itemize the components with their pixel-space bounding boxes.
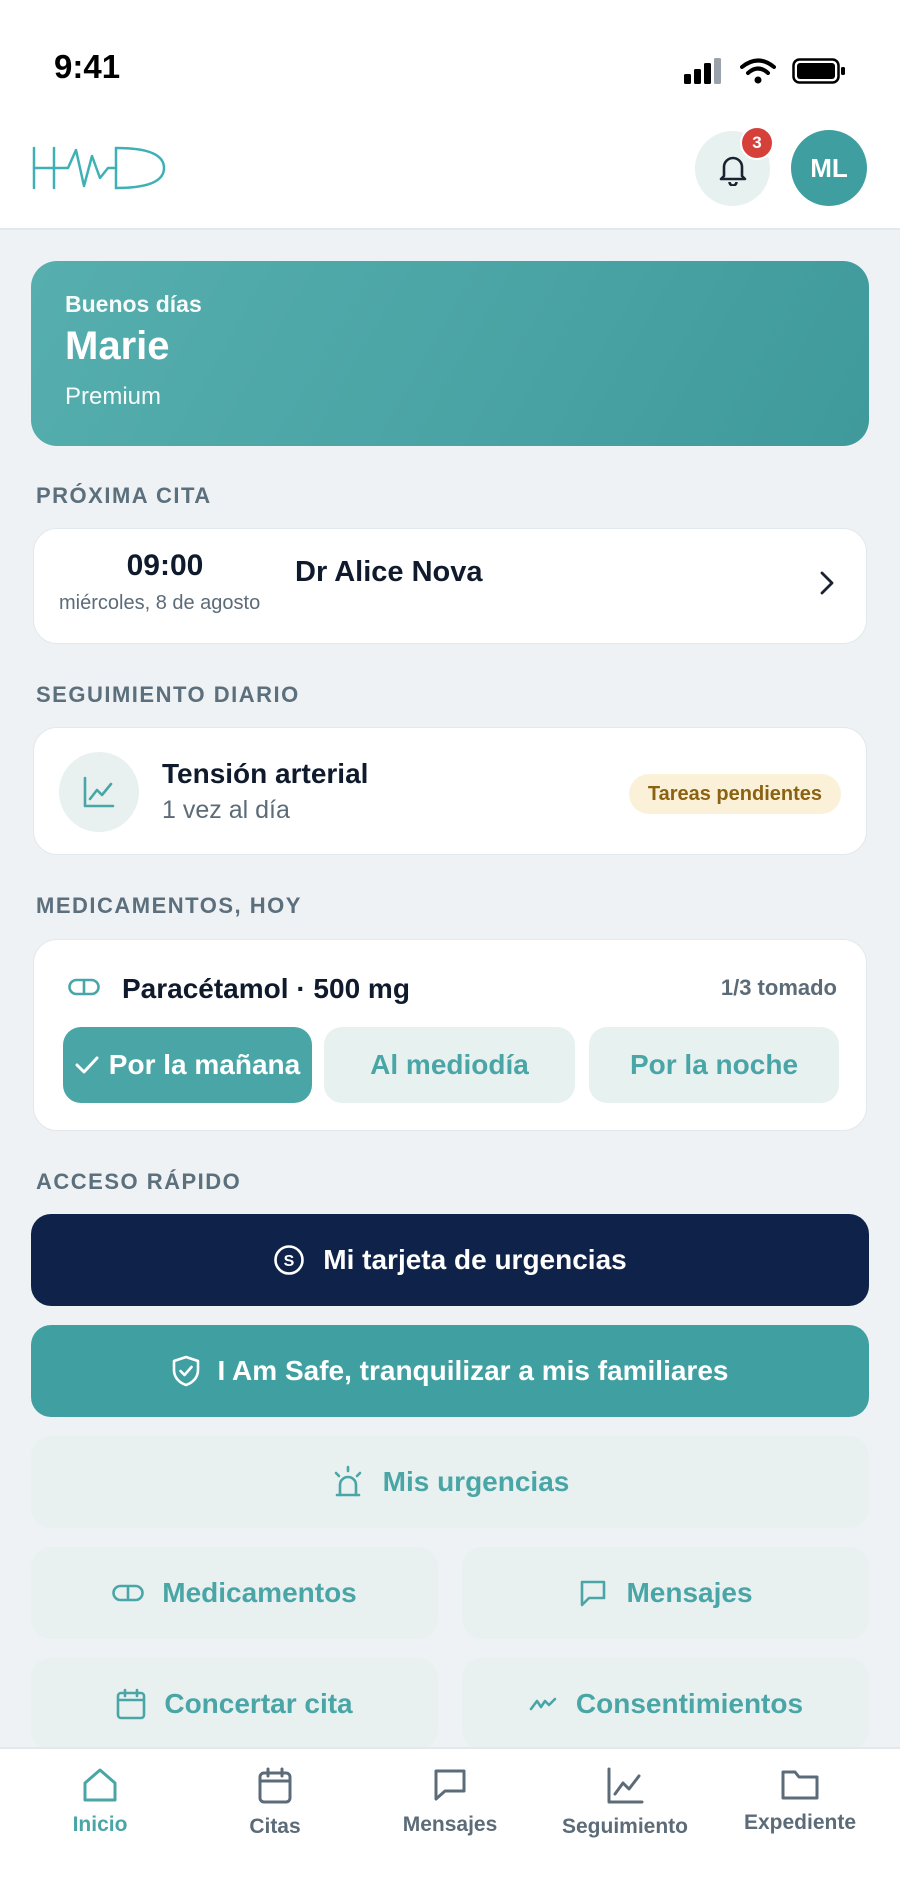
medications-label: Medicamentos	[162, 1577, 357, 1608]
medication-name: Paracétamol · 500 mg	[122, 973, 410, 1004]
avatar[interactable]: ML	[791, 130, 867, 206]
svg-text:S: S	[284, 1253, 295, 1270]
pill-icon	[112, 1584, 145, 1602]
nav-label-messages: Mensajes	[402, 1813, 498, 1836]
calendar-icon	[117, 1688, 146, 1720]
wifi-icon	[740, 58, 776, 84]
dose-morning-label: Por la mañana	[108, 1049, 301, 1080]
chart-icon	[607, 1767, 644, 1804]
app-header: 3 ML	[0, 118, 900, 230]
section-daily-tracking: SEGUIMIENTO DIARIO	[36, 682, 300, 707]
consents-button[interactable]: Consentimientos	[462, 1658, 869, 1750]
chevron-right-icon	[820, 571, 834, 595]
my-emergencies-label: Mis urgencias	[382, 1466, 570, 1497]
tracking-card[interactable]: Tensión arterial 1 vez al día Tareas pen…	[33, 727, 867, 855]
dose-noon-label: Al mediodía	[370, 1049, 529, 1080]
messages-button[interactable]: Mensajes	[462, 1547, 869, 1639]
nav-item-appointments[interactable]: Citas	[190, 1767, 360, 1839]
message-icon	[581, 1580, 606, 1607]
user-name: Marie	[65, 324, 170, 368]
pending-tasks-badge: Tareas pendientes	[628, 774, 841, 814]
appointment-time: 09:00	[126, 549, 204, 582]
nav-label-home: Inicio	[72, 1813, 128, 1836]
pill-icon	[68, 978, 100, 996]
my-emergencies-button[interactable]: Mis urgencias	[31, 1436, 869, 1528]
battery-icon	[792, 58, 845, 84]
book-appointment-button[interactable]: Concertar cita	[31, 1658, 438, 1750]
book-appointment-label: Concertar cita	[164, 1688, 353, 1719]
message-icon	[434, 1769, 466, 1801]
nav-item-tracking[interactable]: Seguimiento	[540, 1767, 710, 1839]
plan-label: Premium	[65, 383, 162, 410]
bell-icon	[719, 156, 746, 186]
dose-morning-button[interactable]: Por la mañana	[63, 1027, 312, 1103]
appointment-date: miércoles, 8 de agosto	[59, 592, 261, 614]
section-meds-today: MEDICAMENTOS, HOY	[36, 893, 302, 918]
status-time: 9:41	[54, 48, 121, 85]
hmd-logo-icon[interactable]	[32, 144, 168, 192]
appointment-doctor: Dr Alice Nova	[295, 556, 483, 588]
notification-badge: 3	[740, 126, 774, 160]
nav-item-records[interactable]: Expediente	[715, 1767, 885, 1835]
dose-night-label: Por la noche	[629, 1049, 799, 1080]
status-bar: 9:41	[0, 0, 900, 118]
greeting-text: Buenos días	[65, 291, 202, 317]
signature-icon	[529, 1697, 557, 1711]
dose-noon-button[interactable]: Al mediodía	[324, 1027, 575, 1103]
nav-label-appointments: Citas	[249, 1815, 301, 1838]
i-am-safe-label: I Am Safe, tranquilizar a mis familiares	[217, 1355, 729, 1386]
emergency-card-label: Mi tarjeta de urgencias	[323, 1244, 627, 1275]
tracking-icon-wrap	[59, 752, 139, 832]
messages-label: Mensajes	[626, 1577, 753, 1608]
signal-icon	[684, 58, 721, 84]
check-icon	[75, 1056, 99, 1074]
medications-button[interactable]: Medicamentos	[31, 1547, 438, 1639]
section-quick-access: ACCESO RÁPIDO	[36, 1169, 242, 1194]
tracking-frequency: 1 vez al día	[162, 796, 290, 824]
next-appointment-card[interactable]: 09:00 miércoles, 8 de agosto Dr Alice No…	[33, 528, 867, 644]
nav-label-tracking: Seguimiento	[561, 1815, 688, 1838]
section-next-appointment: PRÓXIMA CITA	[36, 483, 212, 508]
nav-item-home[interactable]: Inicio	[15, 1767, 185, 1837]
tracking-title: Tensión arterial	[162, 758, 369, 789]
dose-night-button[interactable]: Por la noche	[589, 1027, 839, 1103]
nav-item-messages[interactable]: Mensajes	[365, 1767, 535, 1837]
folder-icon	[781, 1770, 819, 1800]
chart-line-icon	[83, 776, 115, 808]
siren-icon	[334, 1465, 361, 1497]
greeting-card: Buenos días Marie Premium	[31, 261, 869, 446]
home-icon	[83, 1768, 117, 1802]
emergency-card-button[interactable]: S Mi tarjeta de urgencias	[31, 1214, 869, 1306]
status-icons	[684, 58, 846, 84]
medication-card: Paracétamol · 500 mg 1/3 tomado Por la m…	[33, 939, 867, 1131]
consents-label: Consentimientos	[575, 1688, 804, 1719]
bottom-nav: Inicio Citas Mensajes Seguimiento Expedi…	[0, 1747, 900, 1883]
calendar-icon	[258, 1767, 292, 1804]
i-am-safe-button[interactable]: I Am Safe, tranquilizar a mis familiares	[31, 1325, 869, 1417]
medical-card-icon: S	[274, 1245, 305, 1275]
shield-check-icon	[172, 1355, 199, 1387]
medication-progress: 1/3 tomado	[720, 975, 837, 1000]
nav-label-records: Expediente	[743, 1811, 857, 1834]
